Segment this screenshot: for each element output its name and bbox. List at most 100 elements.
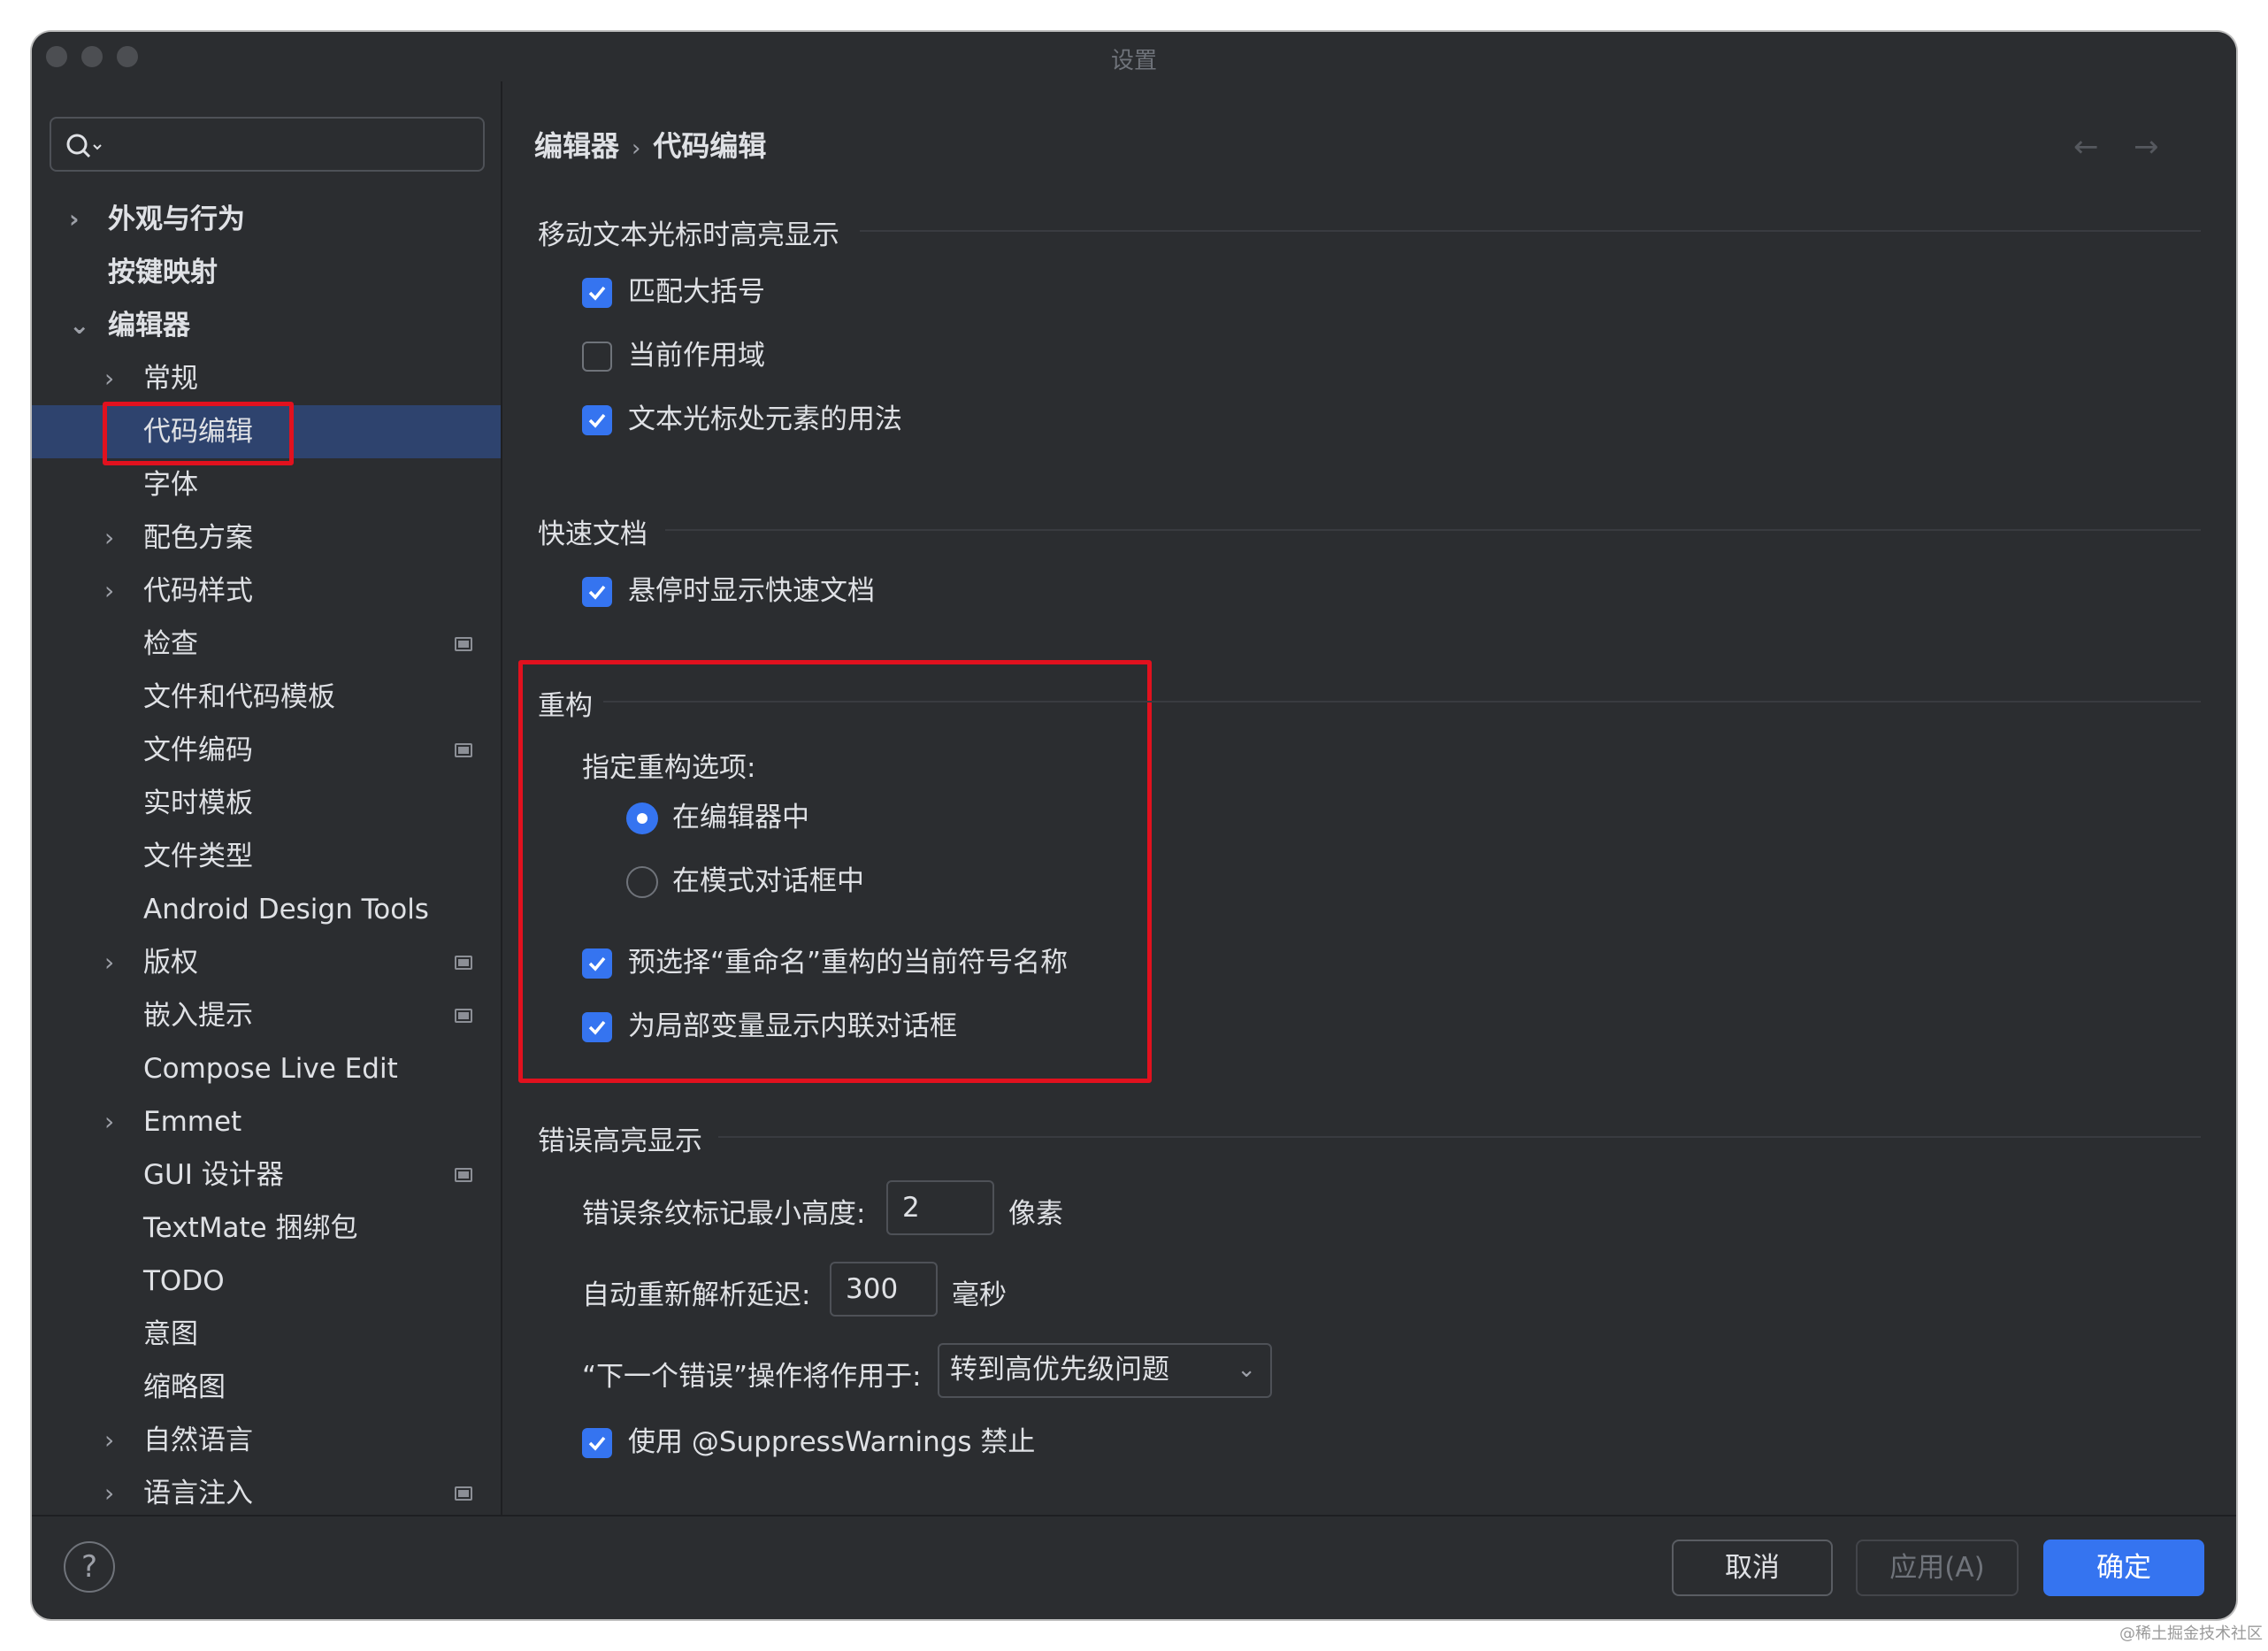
sidebar-item[interactable]: › 版权 <box>32 936 501 989</box>
radio-unselected-icon[interactable] <box>626 866 658 898</box>
chevron-right-icon[interactable]: › <box>104 936 114 989</box>
checkbox-checked-icon[interactable] <box>582 1428 612 1458</box>
refactor-options-label: 指定重构选项: <box>582 752 756 784</box>
sidebar-item-label: 嵌入提示 <box>143 1000 253 1032</box>
sidebar-item[interactable]: › 外观与行为 <box>32 193 501 246</box>
forward-arrow-icon[interactable]: → <box>2134 129 2159 165</box>
checkbox-checked-icon[interactable] <box>582 948 612 979</box>
chevron-right-icon[interactable]: › <box>104 511 114 564</box>
chevron-right-icon[interactable]: › <box>104 352 114 405</box>
radio-selected-icon[interactable] <box>626 802 658 834</box>
section-title-highlight: 移动文本光标时高亮显示 <box>538 219 839 251</box>
checkbox-label: 文本光标处元素的用法 <box>628 403 902 435</box>
settings-search-box[interactable] <box>50 117 485 172</box>
sidebar-item[interactable]: › 配色方案 <box>32 511 501 564</box>
sidebar-item[interactable]: › 代码样式 <box>32 564 501 618</box>
breadcrumb: 编辑器 › 代码编辑 <box>534 124 766 165</box>
reparse-delay-input[interactable] <box>830 1262 938 1317</box>
checkbox-checked-icon[interactable] <box>582 278 612 308</box>
min-height-label: 错误条纹标记最小高度: <box>582 1198 866 1230</box>
sidebar-item-label: TextMate 捆绑包 <box>143 1212 358 1244</box>
sidebar-item[interactable]: 缩略图 <box>32 1361 501 1414</box>
sidebar-item[interactable]: TextMate 捆绑包 <box>32 1202 501 1255</box>
checkbox-unchecked-icon[interactable] <box>582 342 612 372</box>
chevron-right-icon[interactable]: › <box>104 1095 114 1148</box>
breadcrumb-parent[interactable]: 编辑器 <box>534 129 619 163</box>
sidebar-item-label: GUI 设计器 <box>143 1159 284 1191</box>
checkbox-checked-icon[interactable] <box>582 577 612 607</box>
min-height-input[interactable] <box>886 1180 994 1235</box>
cancel-button[interactable]: 取消 <box>1672 1540 1833 1596</box>
help-button[interactable]: ? <box>64 1541 115 1593</box>
sidebar-item-label: 字体 <box>143 469 198 501</box>
back-arrow-icon[interactable]: ← <box>2073 129 2099 165</box>
sidebar-item[interactable]: 实时模板 <box>32 777 501 830</box>
sidebar-item-label: 版权 <box>143 947 198 979</box>
sidebar-item[interactable]: › 语言注入 <box>32 1467 501 1520</box>
chevron-right-icon[interactable]: › <box>104 1467 114 1520</box>
window-title: 设置 <box>1110 48 1157 74</box>
sidebar-item[interactable]: 嵌入提示 <box>32 989 501 1042</box>
section-divider <box>665 529 2201 531</box>
sidebar-item-label: TODO <box>143 1265 225 1297</box>
sidebar-item-label: 文件和代码模板 <box>143 681 335 713</box>
sidebar-item[interactable]: TODO <box>32 1255 501 1308</box>
sidebar-item[interactable]: GUI 设计器 <box>32 1148 501 1202</box>
checkbox-label: 使用 @SuppressWarnings 禁止 <box>628 1426 1036 1458</box>
sidebar-item-label: 外观与行为 <box>108 203 245 235</box>
checkbox-checked-icon[interactable] <box>582 1012 612 1042</box>
sidebar-item[interactable]: ⌄ 编辑器 <box>32 299 501 352</box>
sidebar-item-label: 检查 <box>143 628 198 660</box>
sidebar-item-label: Android Design Tools <box>143 894 429 925</box>
checkbox-checked-icon[interactable] <box>582 405 612 435</box>
sidebar-item-label: 按键映射 <box>108 257 218 288</box>
sidebar-item[interactable]: 按键映射 <box>32 246 501 299</box>
sidebar-item[interactable]: 意图 <box>32 1308 501 1361</box>
next-error-value: 转到高优先级问题 <box>950 1354 1169 1386</box>
sidebar-item[interactable]: Compose Live Edit <box>32 1042 501 1095</box>
sidebar-item-label: 编辑器 <box>108 310 190 342</box>
sidebar-item-label: 文件编码 <box>143 734 253 766</box>
sidebar-item[interactable]: Android Design Tools <box>32 883 501 936</box>
watermark: @稀土掘金技术社区 <box>2119 1624 2263 1643</box>
chevron-down-icon[interactable]: ⌄ <box>69 299 89 352</box>
sidebar-item-label: 文件类型 <box>143 841 253 872</box>
ok-button[interactable]: 确定 <box>2043 1540 2204 1596</box>
section-title-error-highlight: 错误高亮显示 <box>538 1125 702 1157</box>
sidebar-item[interactable]: › 常规 <box>32 352 501 405</box>
sidebar-item[interactable]: 字体 <box>32 458 501 511</box>
breadcrumb-separator: › <box>632 135 641 162</box>
chevron-right-icon[interactable]: › <box>69 193 80 246</box>
sidebar-item[interactable]: 文件和代码模板 <box>32 671 501 724</box>
highlight-box-sidebar <box>103 402 294 465</box>
project-settings-icon <box>455 956 472 970</box>
next-error-label: “下一个错误”操作将作用于: <box>582 1361 922 1393</box>
sidebar-item[interactable]: 文件编码 <box>32 724 501 777</box>
checkbox-label: 当前作用域 <box>628 340 765 372</box>
sidebar-item-label: Emmet <box>143 1106 242 1138</box>
radio-label: 在模式对话框中 <box>672 865 864 897</box>
sidebar-item[interactable]: 文件类型 <box>32 830 501 883</box>
sidebar-item-label: 实时模板 <box>143 787 253 819</box>
project-settings-icon <box>455 743 472 757</box>
section-title-refactor: 重构 <box>538 690 593 722</box>
section-title-quick-doc: 快速文档 <box>538 518 647 550</box>
section-divider <box>603 701 2201 703</box>
sidebar-item-label: 缩略图 <box>143 1371 226 1403</box>
sidebar-item[interactable]: › Emmet <box>32 1095 501 1148</box>
project-settings-icon <box>455 1168 472 1182</box>
apply-button[interactable]: 应用(A) <box>1856 1540 2019 1596</box>
checkbox-label: 为局部变量显示内联对话框 <box>628 1010 957 1042</box>
sidebar-item-label: Compose Live Edit <box>143 1053 398 1085</box>
chevron-right-icon[interactable]: › <box>104 1414 114 1467</box>
search-icon <box>66 134 102 158</box>
checkbox-label: 预选择“重命名”重构的当前符号名称 <box>628 947 1069 979</box>
search-input[interactable] <box>113 126 467 163</box>
chevron-right-icon[interactable]: › <box>104 564 114 618</box>
reparse-delay-unit: 毫秒 <box>952 1279 1007 1311</box>
next-error-select[interactable]: 转到高优先级问题 ⌄ <box>938 1343 1272 1398</box>
sidebar-item[interactable]: 检查 <box>32 618 501 671</box>
sidebar-item[interactable]: › 自然语言 <box>32 1414 501 1467</box>
sidebar-item-label: 自然语言 <box>143 1424 253 1456</box>
breadcrumb-current: 代码编辑 <box>653 129 767 163</box>
